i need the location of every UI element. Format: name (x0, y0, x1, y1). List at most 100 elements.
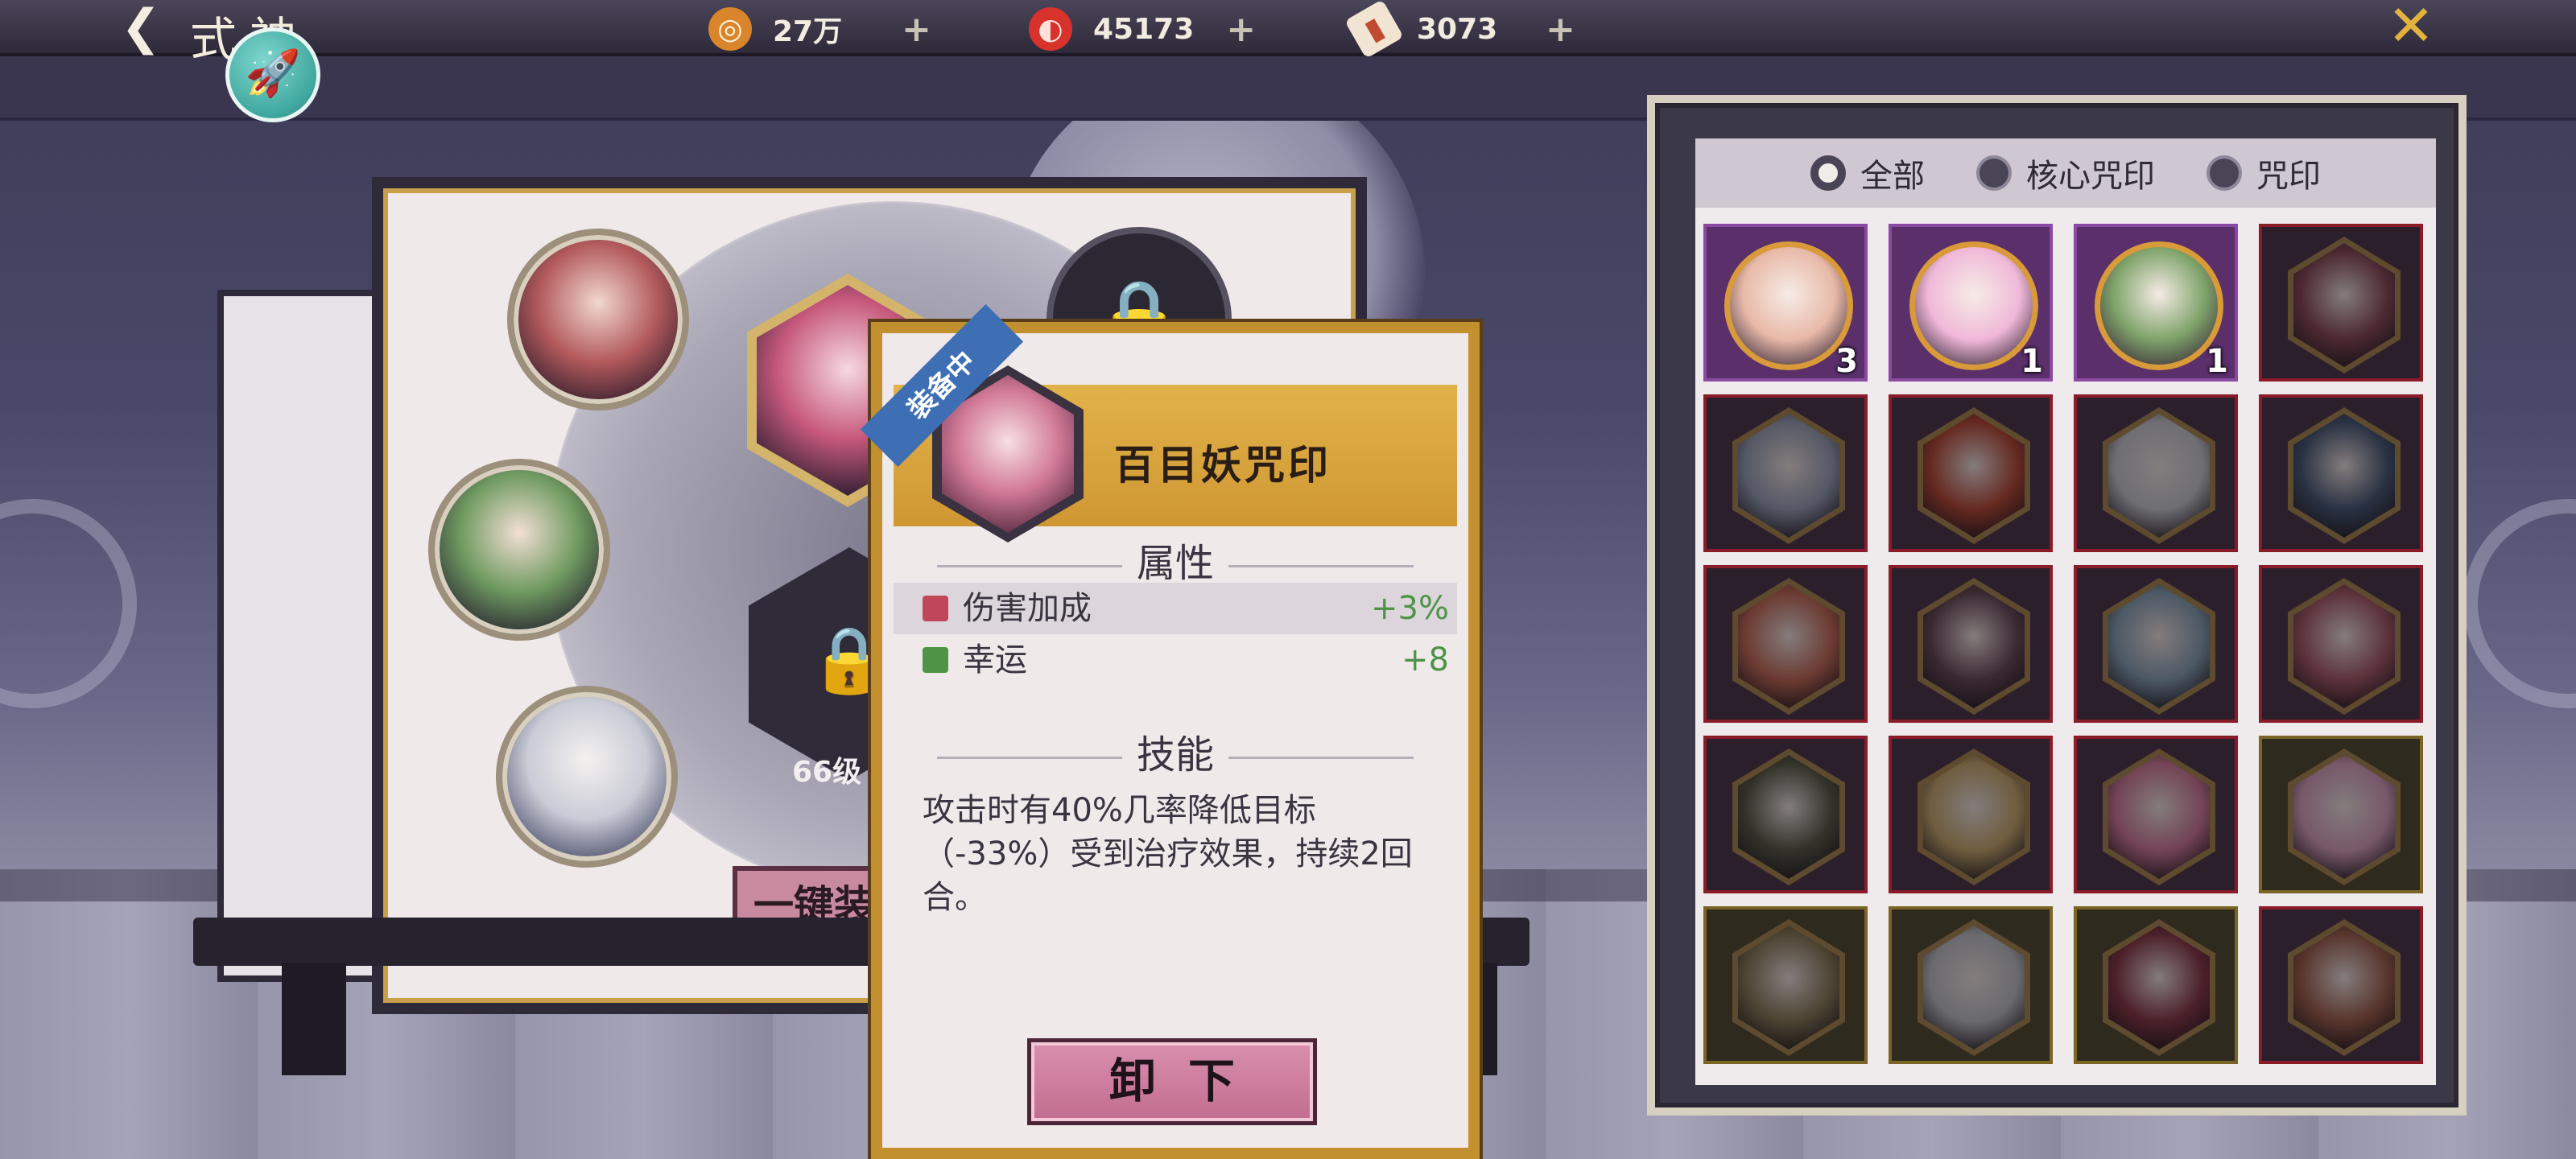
seal-hex-frame (2288, 407, 2401, 544)
seal-name: 百目妖咒印 (1114, 441, 1331, 489)
seal-card[interactable] (1703, 736, 1868, 893)
radio-selected-icon (1810, 155, 1846, 191)
attribute-value: +3% (1371, 590, 1449, 627)
seal-portrait (2108, 584, 2210, 708)
seal-hex-frame (1918, 919, 2030, 1056)
seal-hex-frame (1732, 407, 1845, 544)
add-ticket-button[interactable]: + (1546, 9, 1575, 50)
filter-all[interactable]: 全部 (1810, 150, 1925, 196)
seal-card[interactable] (1889, 565, 2053, 723)
attributes-title: 属性 (1136, 541, 1214, 586)
seal-hex-frame (2103, 407, 2215, 544)
seal-card[interactable] (2259, 736, 2423, 893)
slot-frame (435, 465, 604, 634)
seal-portrait (1738, 584, 1839, 708)
seal-card[interactable] (1889, 394, 2053, 552)
divider (1228, 756, 1414, 759)
seal-card[interactable] (2074, 565, 2238, 723)
shikigami-portrait (1724, 241, 1853, 370)
resource-value: 45173 (1093, 12, 1195, 46)
shikigami-slot[interactable] (507, 229, 689, 410)
resource-jade: ◐ 45173 + (1029, 6, 1256, 52)
item-count: 1 (2021, 343, 2043, 380)
seal-hex-frame (2103, 919, 2215, 1056)
divider (936, 756, 1122, 759)
seal-card[interactable] (2259, 394, 2423, 552)
seal-hex-frame (1918, 578, 2030, 715)
resource-gold: ◎ 27万 + (708, 6, 931, 52)
seal-detail-card: 百目妖咒印 属性 伤害加成 +3% 幸运 +8 技能 攻击时有40%几率降低目标… (871, 322, 1480, 1159)
shikigami-slot[interactable] (428, 459, 610, 641)
attribute-label: 伤害加成 (963, 590, 1092, 627)
add-gold-button[interactable]: + (902, 9, 931, 50)
shikigami-slot[interactable] (496, 686, 678, 868)
talisman-icon: ▮ (1344, 0, 1404, 59)
core-seal-card[interactable]: 1 (1889, 224, 2053, 382)
seal-hex-frame (1918, 407, 2030, 544)
seal-portrait (2293, 755, 2395, 879)
seal-hex-frame (2288, 237, 2401, 373)
filter-label: 咒印 (2256, 158, 2321, 195)
unequip-button[interactable]: 卸下 (1027, 1038, 1317, 1125)
top-bar: ❮ 式神 ◎ 27万 + ◐ 45173 + ▮ 3073 + ✕ (0, 0, 2576, 67)
seal-card[interactable] (2074, 394, 2238, 552)
seal-card[interactable] (2259, 906, 2423, 1064)
seal-card[interactable] (1889, 906, 2053, 1064)
wave-decoration (0, 499, 137, 708)
seal-hex-frame (1732, 919, 1845, 1056)
filter-core-seal[interactable]: 核心咒印 (1976, 150, 2155, 196)
skill-title: 技能 (1136, 732, 1214, 777)
seal-inventory-panel: 全部 核心咒印 咒印 3 1 1 (1647, 95, 2467, 1116)
seal-portrait (1923, 584, 2025, 708)
seal-portrait (2108, 926, 2210, 1050)
seal-card[interactable] (1703, 394, 1868, 552)
radio-icon (2207, 155, 2242, 191)
seal-portrait (1738, 414, 1839, 538)
inventory-inner: 全部 核心咒印 咒印 3 1 1 (1695, 138, 2436, 1085)
attribute-label: 幸运 (963, 641, 1027, 678)
shikigami-portrait (1909, 241, 2038, 370)
seal-card[interactable] (2259, 565, 2423, 723)
seal-portrait (2293, 414, 2395, 538)
seal-hex-frame (1918, 749, 2030, 885)
seal-portrait (1923, 926, 2025, 1050)
seal-portrait (2293, 243, 2395, 367)
filter-label: 核心咒印 (2026, 158, 2155, 195)
seal-card[interactable] (2259, 224, 2423, 382)
core-seal-card[interactable]: 3 (1703, 224, 1868, 382)
filter-label: 全部 (1860, 158, 1925, 195)
seal-card[interactable] (2074, 906, 2238, 1064)
seal-portrait (1738, 755, 1839, 879)
locked-level-label: 66级 (792, 756, 862, 789)
seal-card[interactable] (1703, 906, 1868, 1064)
resource-ticket: ▮ 3073 + (1344, 0, 1575, 59)
slot-frame (502, 692, 671, 861)
shikigami-portrait (2095, 241, 2223, 370)
attribute-row: 幸运 +8 (894, 634, 1457, 686)
seal-portrait (2108, 414, 2210, 538)
back-button[interactable]: ❮ (113, 3, 169, 53)
seal-card[interactable] (1703, 565, 1868, 723)
rocket-icon[interactable]: 🚀 (225, 27, 320, 122)
magatama-icon: ◐ (1029, 7, 1072, 51)
seal-portrait (1738, 926, 1839, 1050)
add-jade-button[interactable]: + (1226, 9, 1256, 50)
slot-frame (514, 235, 683, 404)
attribute-row: 伤害加成 +3% (894, 583, 1457, 634)
close-icon[interactable]: ✕ (2383, 0, 2439, 56)
seal-hex-frame (1732, 578, 1845, 715)
seal-hex-frame (2288, 749, 2401, 885)
core-seal-card[interactable]: 1 (2074, 224, 2238, 382)
seal-portrait (2293, 926, 2395, 1050)
folding-screen (217, 290, 378, 982)
wave-decoration (2463, 499, 2576, 708)
skill-description: 攻击时有40%几率降低目标（-33%）受到治疗效果，持续2回合。 (923, 792, 1413, 916)
seal-card[interactable] (2074, 736, 2238, 893)
attributes-heading: 属性 (882, 531, 1468, 588)
seal-card[interactable] (1889, 736, 2053, 893)
seal-hex-frame (2288, 919, 2401, 1056)
filter-seal[interactable]: 咒印 (2207, 150, 2321, 196)
seal-hex-frame (2103, 749, 2215, 885)
table-leg (282, 963, 346, 1075)
item-count: 1 (2206, 343, 2228, 380)
